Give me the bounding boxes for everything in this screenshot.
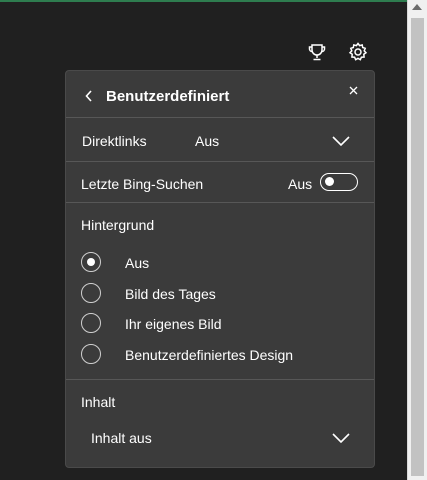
background-option-daily-image[interactable]: Bild des Tages [81,283,216,303]
scroll-thumb[interactable] [411,18,424,476]
divider [66,161,374,162]
radio-label: Bild des Tages [125,286,216,302]
background-option-aus[interactable]: Aus [81,252,149,272]
content-dropdown-value: Inhalt aus [91,430,152,446]
radio-label: Ihr eigenes Bild [125,316,222,332]
bing-searches-state: Aus [288,176,313,192]
chevron-down-icon [332,433,350,444]
close-icon [349,86,357,94]
radio-label: Benutzerdefiniertes Design [125,347,294,363]
bing-searches-toggle[interactable] [320,173,358,191]
divider [66,379,374,380]
scroll-up-arrow-icon[interactable] [412,4,422,10]
content-section-title: Inhalt [81,394,116,410]
divider [66,202,374,203]
radio-label: Aus [125,255,150,271]
direktlinks-value: Aus [195,133,220,149]
custom-settings-panel: Benutzerdefiniert Direktlinks Aus Letzte… [65,70,375,468]
chevron-left-icon [85,90,92,102]
toggle-knob [325,177,334,186]
background-section-title: Hintergrund [81,217,155,233]
radio-selected-dot [87,258,95,266]
window-top-accent [0,0,427,2]
panel-title: Benutzerdefiniert [106,88,230,105]
divider [66,117,374,118]
background-option-own-image[interactable]: Ihr eigenes Bild [81,313,222,333]
bing-searches-label: Letzte Bing-Suchen [81,176,204,192]
close-button[interactable] [346,83,360,97]
radio-button-icon [81,313,101,333]
trophy-icon[interactable] [306,41,328,63]
radio-button-icon [81,283,101,303]
chevron-down-icon [332,136,350,147]
back-button[interactable] [82,87,96,105]
page-scrollbar[interactable] [407,0,427,480]
direktlinks-label: Direktlinks [82,133,147,149]
gear-icon[interactable] [347,41,369,63]
background-option-custom-design[interactable]: Benutzerdefiniertes Design [81,344,293,364]
radio-button-icon [81,344,101,364]
